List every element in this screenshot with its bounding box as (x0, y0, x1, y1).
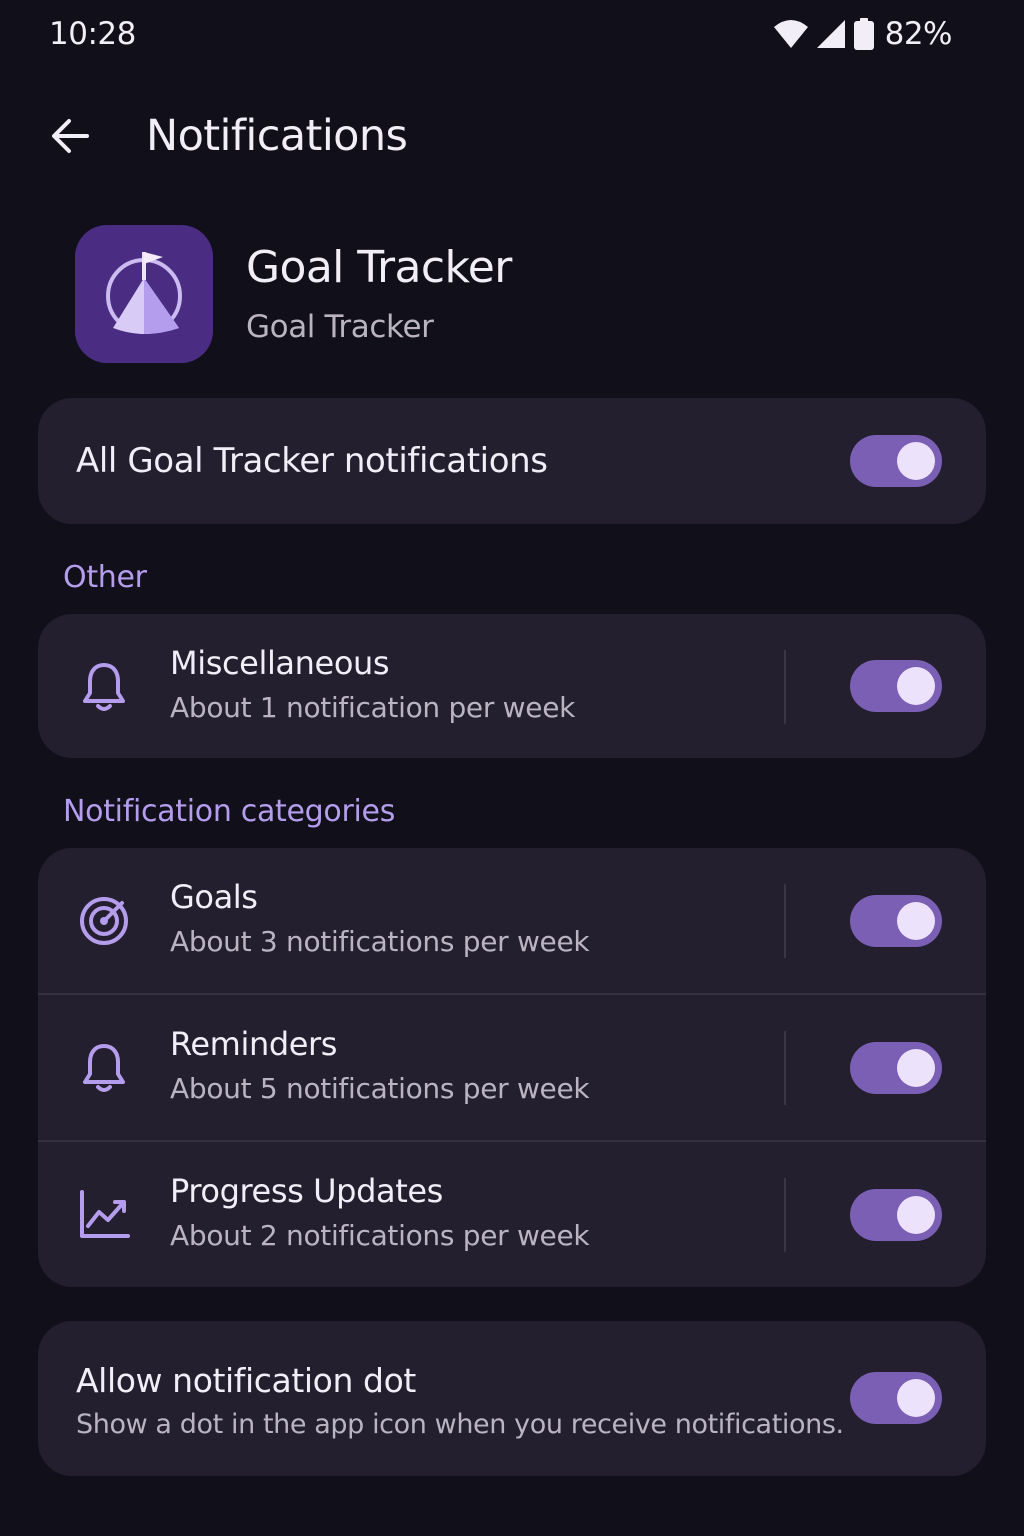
channel-row-miscellaneous[interactable]: Miscellaneous About 1 notification per w… (38, 614, 986, 760)
channel-row-goals[interactable]: Goals About 3 notifications per week (38, 848, 986, 994)
row-divider (784, 1031, 786, 1105)
wifi-icon (773, 20, 808, 48)
toggle-knob (897, 1196, 935, 1234)
categories-card: Goals About 3 notifications per week Rem… (38, 848, 986, 1287)
page-title: Notifications (146, 111, 408, 161)
notification-settings-screen: 10:28 82% Notifications Goal Tracker Goa… (0, 0, 1024, 1536)
channel-title: Goals (170, 878, 258, 916)
toggle-knob (897, 902, 935, 940)
status-time: 10:28 (49, 16, 136, 52)
goals-toggle[interactable] (850, 895, 942, 947)
channel-frequency: About 2 notifications per week (170, 1219, 590, 1252)
target-icon (76, 848, 132, 994)
notification-dot-title: Allow notification dot (76, 1361, 416, 1400)
battery-percent: 82% (884, 16, 953, 52)
status-bar: 10:28 82% (0, 0, 1024, 70)
all-notifications-row[interactable]: All Goal Tracker notifications (38, 398, 986, 524)
app-name: Goal Tracker (246, 242, 512, 293)
miscellaneous-toggle[interactable] (850, 660, 942, 712)
channel-title: Progress Updates (170, 1172, 443, 1210)
signal-icon (816, 20, 845, 48)
progress-updates-toggle[interactable] (850, 1189, 942, 1241)
notification-dot-toggle[interactable] (850, 1372, 942, 1424)
channel-title: Reminders (170, 1025, 338, 1063)
toggle-knob (897, 1049, 935, 1087)
mountain-flag-icon (106, 252, 182, 334)
channel-frequency: About 3 notifications per week (170, 925, 590, 958)
section-heading-categories: Notification categories (63, 794, 396, 829)
bell-icon (76, 614, 132, 760)
trending-up-icon (76, 1142, 132, 1287)
channel-title: Miscellaneous (170, 644, 390, 682)
channel-row-reminders[interactable]: Reminders About 5 notifications per week (38, 995, 986, 1141)
row-divider (784, 1178, 786, 1252)
app-subtitle: Goal Tracker (246, 309, 434, 345)
reminders-toggle[interactable] (850, 1042, 942, 1094)
toggle-knob (897, 667, 935, 705)
row-divider (784, 884, 786, 958)
row-divider (784, 650, 786, 724)
section-heading-other: Other (63, 560, 147, 595)
app-icon (75, 225, 213, 363)
other-card: Miscellaneous About 1 notification per w… (38, 614, 986, 758)
status-icons: 82% (773, 16, 953, 52)
back-button[interactable] (42, 108, 98, 164)
arrow-back-icon (52, 119, 89, 153)
notification-dot-row[interactable]: Allow notification dot Show a dot in the… (38, 1321, 986, 1476)
toggle-knob (897, 1379, 935, 1417)
channel-frequency: About 5 notifications per week (170, 1072, 590, 1105)
channel-row-progress-updates[interactable]: Progress Updates About 2 notifications p… (38, 1142, 986, 1287)
battery-icon (853, 18, 874, 50)
channel-frequency: About 1 notification per week (170, 691, 576, 724)
toggle-knob (897, 442, 935, 480)
notification-dot-description: Show a dot in the app icon when you rece… (76, 1409, 844, 1440)
all-notifications-label: All Goal Tracker notifications (76, 441, 548, 481)
all-notifications-toggle[interactable] (850, 435, 942, 487)
bell-icon (76, 995, 132, 1141)
